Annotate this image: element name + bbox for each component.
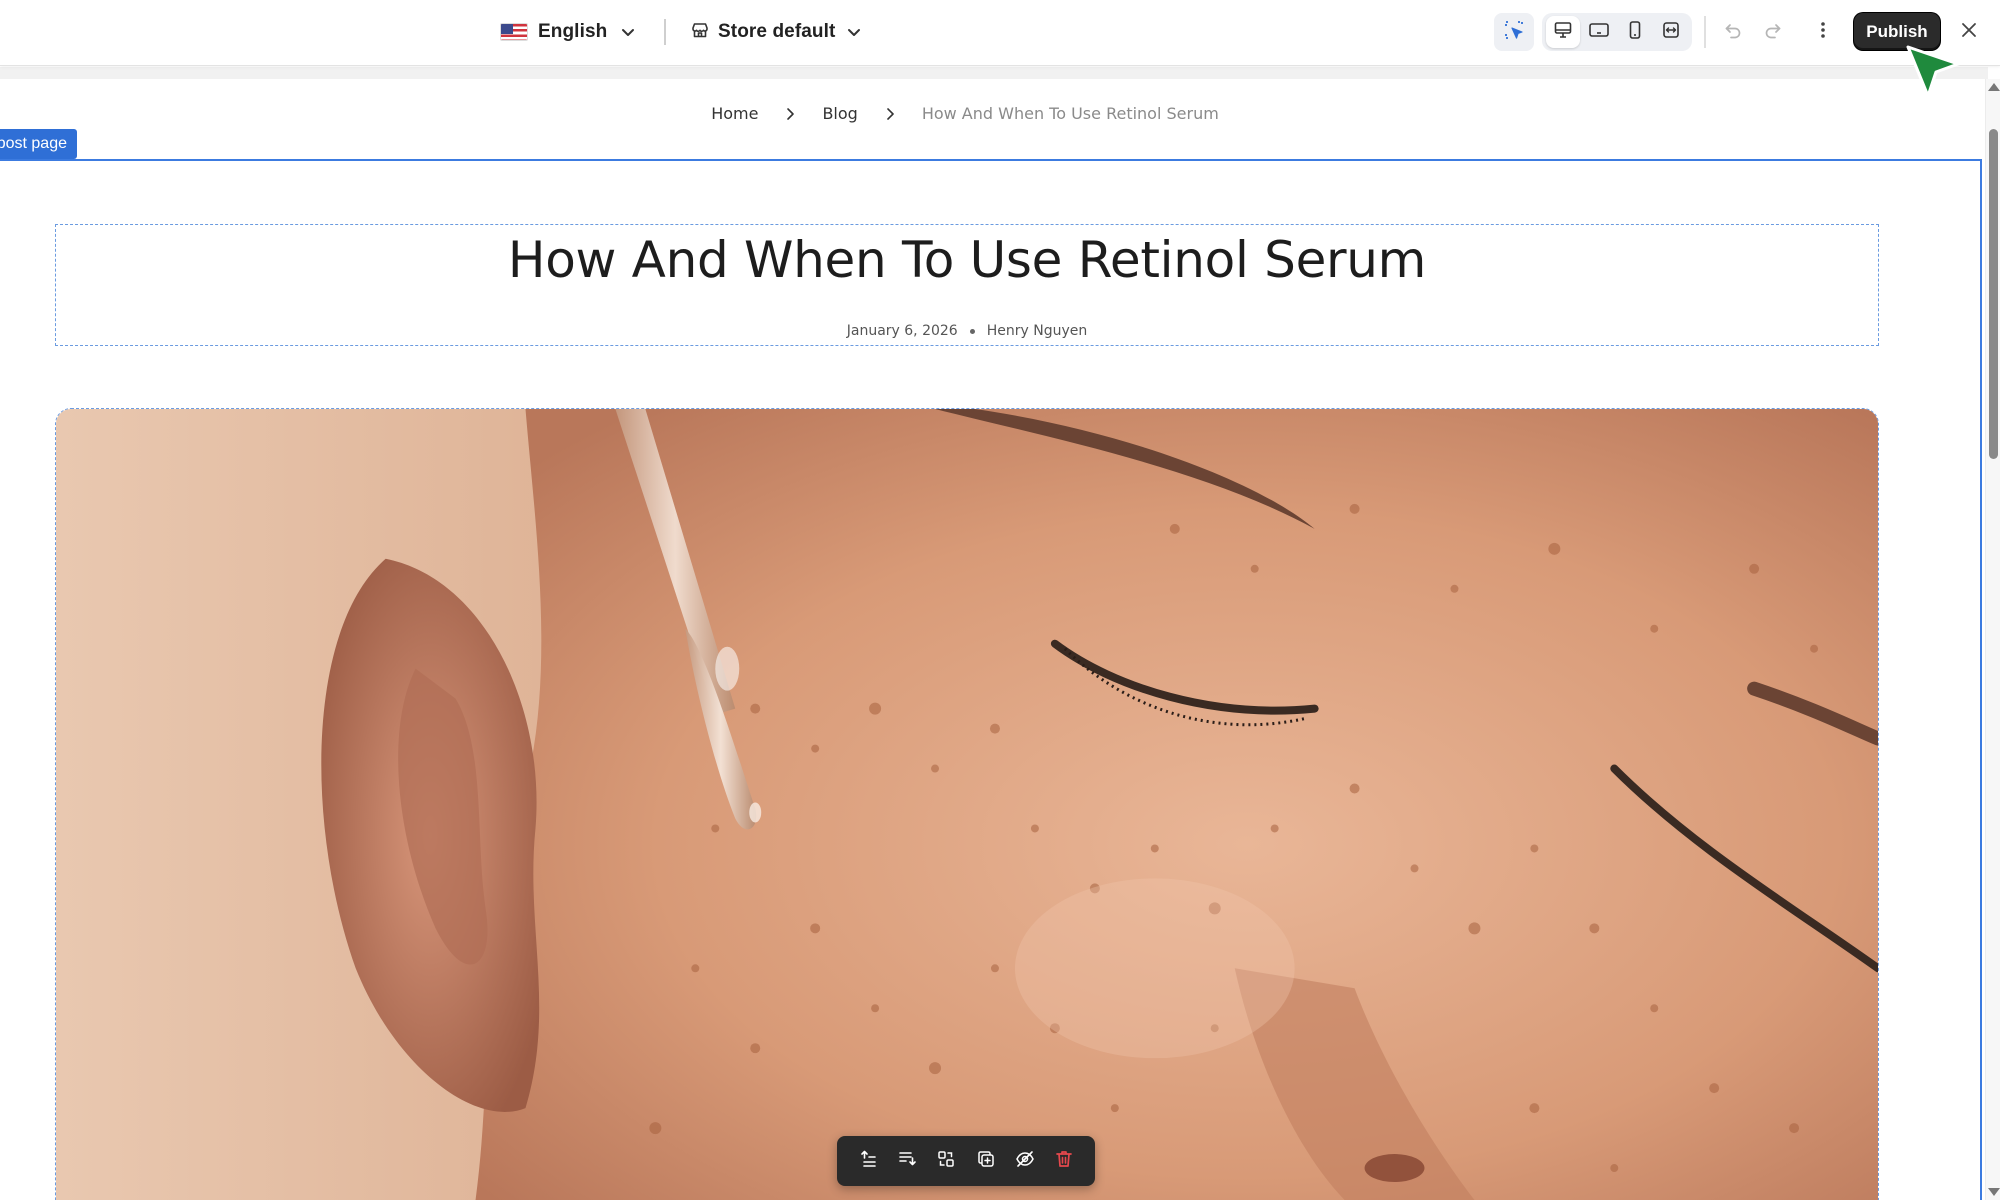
delete-button[interactable] <box>1048 1145 1080 1177</box>
chevron-down-icon <box>617 21 639 43</box>
element-select-icon <box>1503 19 1525 46</box>
more-options-button[interactable] <box>1806 16 1840 48</box>
scrollbar-thumb[interactable] <box>1989 129 1998 459</box>
breadcrumb-blog[interactable]: Blog <box>822 104 857 123</box>
close-icon <box>1959 20 1979 45</box>
post-title: How And When To Use Retinol Serum <box>507 231 1427 289</box>
mobile-view-button[interactable] <box>1618 16 1652 48</box>
us-flag-icon <box>500 23 528 41</box>
replace-icon <box>936 1149 956 1174</box>
undo-icon <box>1723 20 1743 45</box>
post-meta: January 6, 2026 Henry Nguyen <box>56 323 1878 339</box>
hide-button[interactable] <box>1009 1145 1041 1177</box>
chevron-down-icon <box>843 21 865 43</box>
desktop-icon <box>1553 20 1573 45</box>
face-with-serum-dropper-photo <box>56 409 1878 1200</box>
fit-width-view-button[interactable] <box>1654 16 1688 48</box>
redo-button[interactable] <box>1756 16 1790 48</box>
move-down-button[interactable] <box>891 1145 923 1177</box>
tablet-landscape-icon <box>1588 20 1610 45</box>
vertical-scrollbar[interactable] <box>1985 79 2000 1200</box>
post-title-block[interactable]: How And When To Use Retinol Serum Januar… <box>55 224 1879 346</box>
breadcrumb-current: How And When To Use Retinol Serum <box>921 104 1219 123</box>
more-vertical-icon <box>1813 20 1833 45</box>
element-select-button[interactable] <box>1494 13 1534 51</box>
desktop-view-button[interactable] <box>1546 16 1580 48</box>
store-label: Store default <box>718 21 836 42</box>
meta-separator-dot <box>969 328 975 334</box>
post-featured-image[interactable] <box>55 408 1879 1200</box>
language-label: English <box>538 21 608 42</box>
language-selector[interactable]: English <box>500 16 639 48</box>
move-down-icon <box>897 1149 917 1174</box>
duplicate-button[interactable] <box>970 1145 1002 1177</box>
move-up-icon <box>858 1149 878 1174</box>
divider <box>1704 16 1706 48</box>
breadcrumb: Home Blog How And When To Use Retinol Se… <box>0 104 1930 123</box>
delete-icon <box>1054 1149 1074 1174</box>
store-selector[interactable]: Store default <box>690 16 865 48</box>
canvas-top-strip <box>0 67 1988 79</box>
replace-button[interactable] <box>930 1145 962 1177</box>
scroll-up-arrow-icon[interactable] <box>1988 83 2000 91</box>
post-date: January 6, 2026 <box>846 323 958 339</box>
device-preview-group <box>1542 13 1692 51</box>
tablet-view-button[interactable] <box>1582 16 1616 48</box>
mobile-icon <box>1625 20 1645 45</box>
mouse-cursor-icon <box>1906 45 1960 98</box>
post-author: Henry Nguyen <box>986 323 1088 339</box>
section-label-tag[interactable]: post page <box>0 129 77 159</box>
duplicate-icon <box>976 1149 996 1174</box>
block-floating-toolbar <box>837 1136 1095 1186</box>
scroll-down-arrow-icon[interactable] <box>1988 1188 2000 1196</box>
fit-width-icon <box>1661 20 1681 45</box>
move-up-button[interactable] <box>852 1145 884 1177</box>
chevron-right-icon <box>782 106 798 122</box>
breadcrumb-home[interactable]: Home <box>711 104 758 123</box>
store-icon <box>690 20 710 45</box>
hide-icon <box>1015 1149 1035 1174</box>
undo-button[interactable] <box>1716 16 1750 48</box>
divider <box>664 19 666 45</box>
editor-top-bar: English Store default Publish <box>0 0 2000 66</box>
redo-icon <box>1763 20 1783 45</box>
chevron-right-icon <box>882 106 898 122</box>
